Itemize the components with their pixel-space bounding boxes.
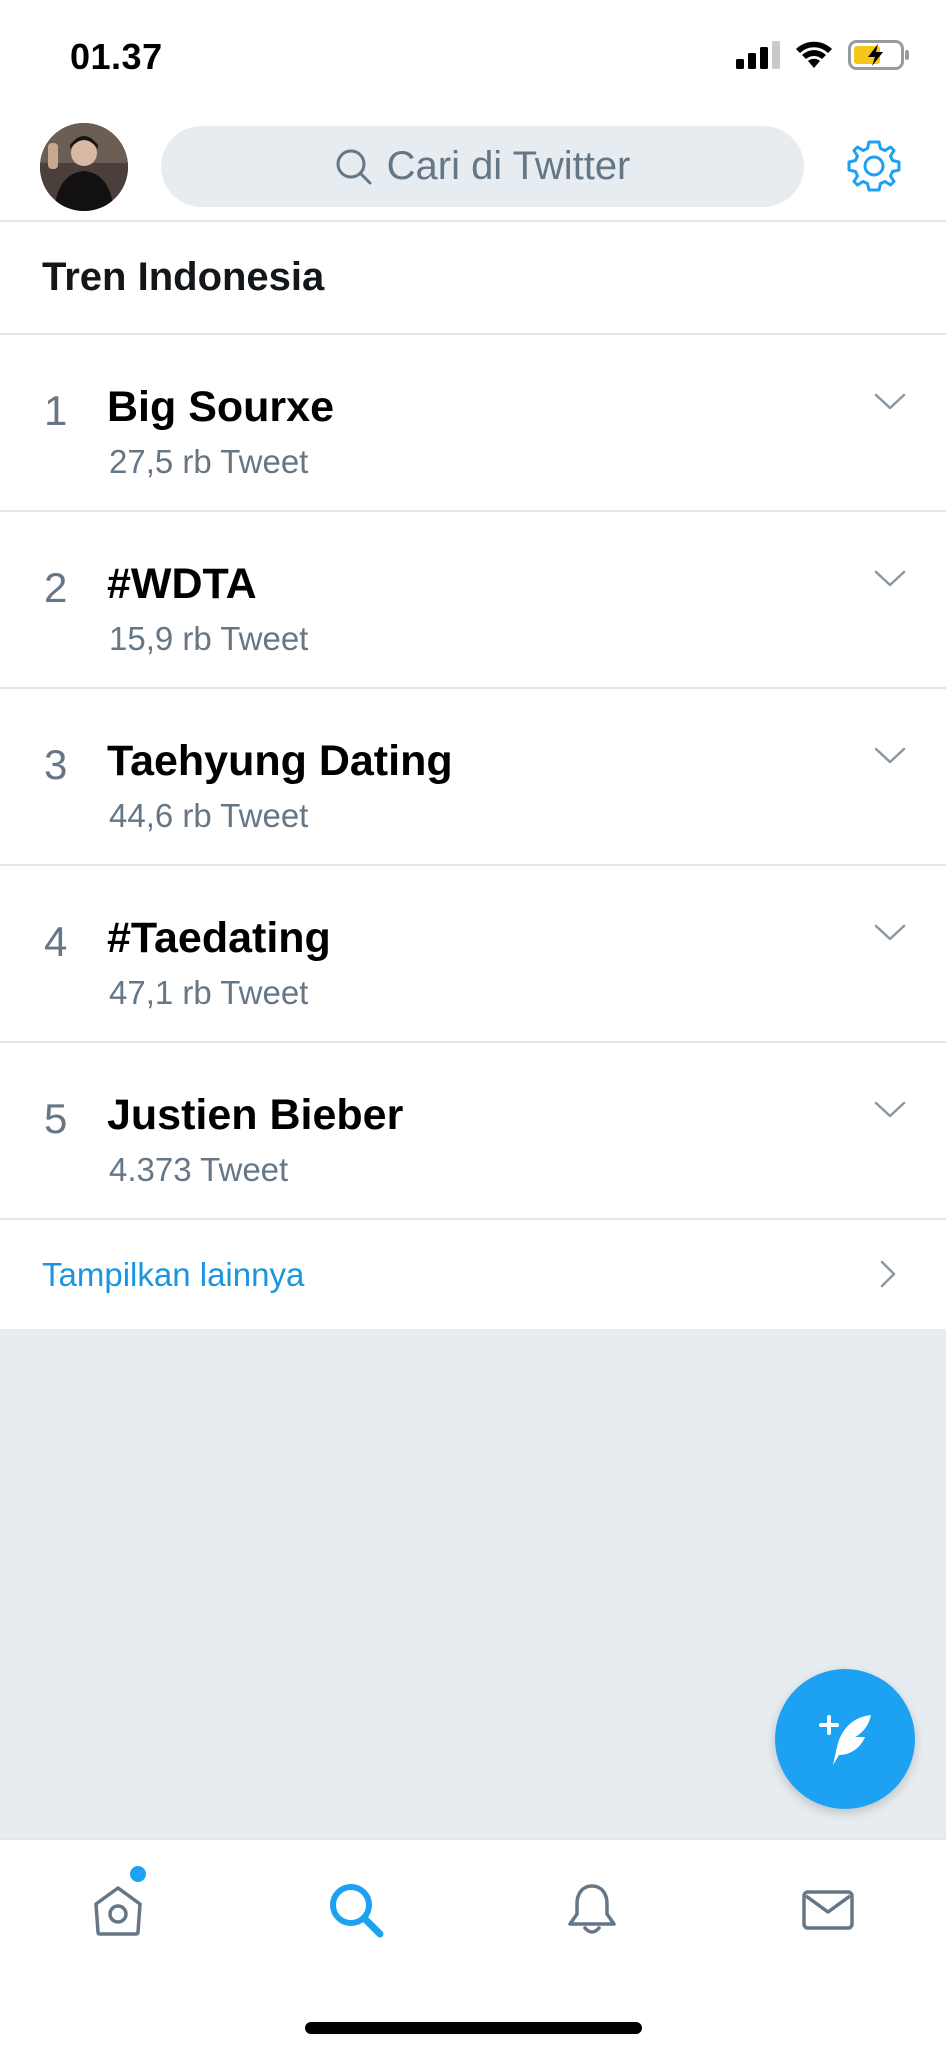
trends-panel: Tren Indonesia 1 Big Sourxe 27,5 rb Twee… (0, 222, 946, 1329)
compose-tweet-button[interactable] (775, 1669, 915, 1809)
tab-messages[interactable] (788, 1870, 868, 1950)
trend-name: #WDTA (107, 560, 257, 608)
tab-search[interactable] (316, 1870, 396, 1950)
trend-name: Big Sourxe (107, 383, 334, 431)
status-icons (736, 40, 910, 70)
tab-notifications[interactable] (552, 1870, 632, 1950)
home-icon (94, 1886, 142, 1936)
trend-rank: 1 (44, 387, 68, 434)
trend-item[interactable]: 4 #Taedating 47,1 rb Tweet (0, 866, 946, 1043)
trend-item[interactable]: 1 Big Sourxe 27,5 rb Tweet (0, 335, 946, 512)
tab-home[interactable] (78, 1870, 158, 1950)
trends-title: Tren Indonesia (0, 222, 946, 335)
signal-icon (736, 41, 780, 69)
trend-rank: 3 (44, 741, 68, 788)
search-input[interactable]: Cari di Twitter (161, 126, 804, 207)
status-bar: 01.37 (0, 0, 946, 110)
search-icon (330, 1884, 384, 1938)
compose-feather-icon (819, 1715, 871, 1765)
trend-count: 4.373 Tweet (109, 1151, 289, 1188)
search-placeholder: Cari di Twitter (386, 144, 631, 188)
wifi-icon (796, 41, 832, 68)
bell-icon (568, 1884, 616, 1934)
trend-rank: 2 (44, 564, 68, 611)
chevron-down-icon[interactable] (872, 914, 908, 950)
trend-item[interactable]: 5 Justien Bieber 4.373 Tweet (0, 1043, 946, 1220)
chevron-down-icon[interactable] (872, 560, 908, 596)
tab-bar (0, 1838, 946, 2048)
trend-count: 44,6 rb Tweet (109, 797, 309, 834)
show-more-label: Tampilkan lainnya (42, 1255, 305, 1293)
chevron-down-icon[interactable] (872, 383, 908, 419)
trend-name: Justien Bieber (107, 1091, 404, 1139)
chevron-down-icon[interactable] (872, 1091, 908, 1127)
avatar[interactable] (40, 123, 128, 211)
trend-rank: 5 (44, 1095, 68, 1142)
show-more-link[interactable]: Tampilkan lainnya (0, 1220, 946, 1329)
trend-count: 47,1 rb Tweet (109, 974, 309, 1011)
trend-count: 27,5 rb Tweet (109, 443, 309, 480)
chevron-down-icon[interactable] (872, 737, 908, 773)
trend-name: Taehyung Dating (107, 737, 453, 785)
mail-icon (802, 1890, 854, 1930)
trend-count: 15,9 rb Tweet (109, 620, 309, 657)
header: Cari di Twitter (0, 110, 946, 222)
status-time: 01.37 (70, 36, 163, 77)
search-icon (336, 149, 372, 184)
settings-button[interactable] (846, 138, 902, 194)
trend-rank: 4 (44, 918, 68, 965)
trend-name: #Taedating (107, 914, 331, 962)
trend-item[interactable]: 3 Taehyung Dating 44,6 rb Tweet (0, 689, 946, 866)
battery-icon (848, 40, 909, 70)
gear-icon (847, 140, 901, 192)
home-indicator (305, 2022, 642, 2034)
trend-item[interactable]: 2 #WDTA 15,9 rb Tweet (0, 512, 946, 689)
home-notification-dot (130, 1866, 146, 1882)
chevron-right-icon (880, 1260, 896, 1288)
